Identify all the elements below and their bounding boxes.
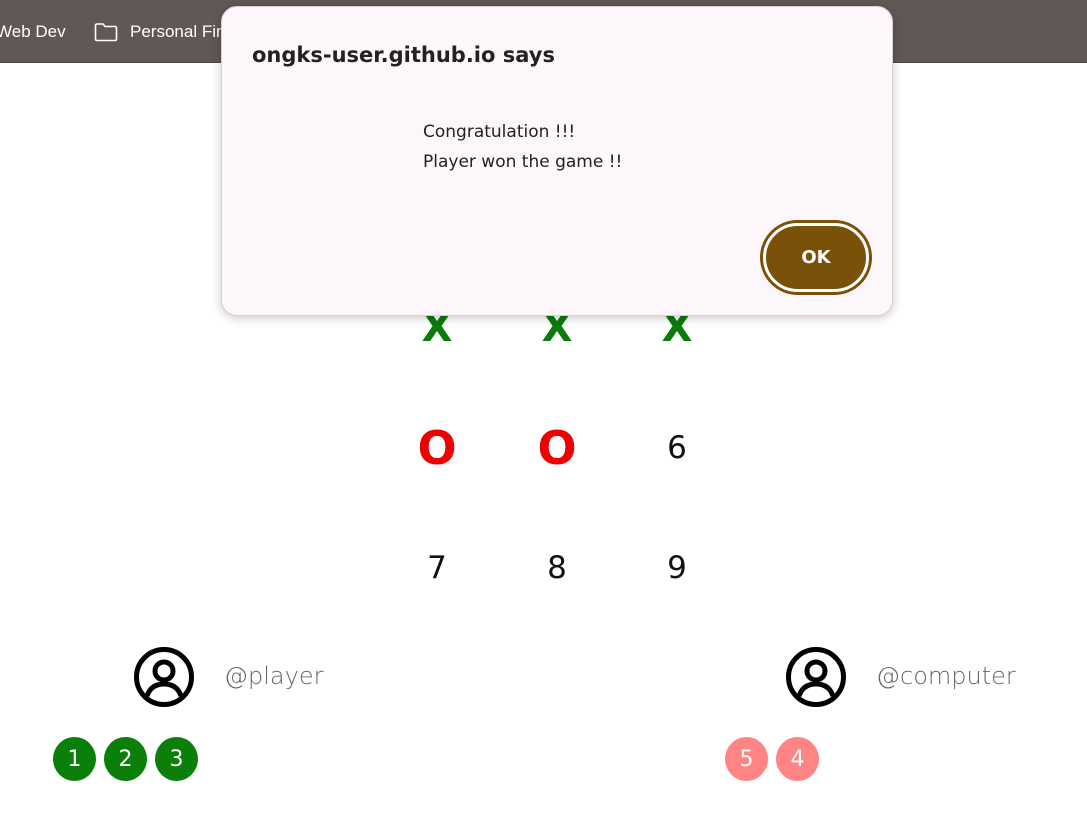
folder-icon (94, 22, 118, 42)
player-move-badge: 1 (53, 737, 96, 781)
board-cell-6[interactable]: 6 (637, 413, 717, 483)
dialog-message-line: Congratulation !!! (423, 122, 576, 142)
board-cell-7[interactable]: 7 (397, 533, 477, 603)
computer-move-badge: 5 (725, 737, 768, 781)
bookmark-label: Web Dev (0, 22, 66, 41)
alert-dialog: ongks-user.github.io says Congratulation… (221, 6, 893, 316)
dialog-message-line: Player won the game !! (423, 152, 623, 172)
dialog-message: Congratulation !!! Player won the game !… (423, 117, 622, 177)
dialog-title: ongks-user.github.io says (252, 43, 555, 67)
player-avatar-icon (133, 646, 195, 708)
ok-button[interactable]: OK (763, 223, 869, 292)
computer-avatar-icon (785, 646, 847, 708)
bookmark-web-dev[interactable]: Web Dev (0, 20, 66, 44)
board-cell-5[interactable]: O (517, 413, 597, 483)
player-moves: 1 2 3 (53, 737, 198, 781)
computer-moves: 5 4 (725, 737, 819, 781)
player-move-badge: 3 (155, 737, 198, 781)
computer-handle: @computer (876, 662, 1016, 690)
board-cell-9[interactable]: 9 (637, 533, 717, 603)
bookmark-label: Personal Fin (130, 22, 226, 41)
player-move-badge: 2 (104, 737, 147, 781)
computer-move-badge: 4 (776, 737, 819, 781)
board-cell-8[interactable]: 8 (517, 533, 597, 603)
player-handle: @player (224, 662, 324, 690)
bookmark-personal-finance[interactable]: Personal Fin (94, 20, 225, 44)
board-cell-4[interactable]: O (397, 413, 477, 483)
